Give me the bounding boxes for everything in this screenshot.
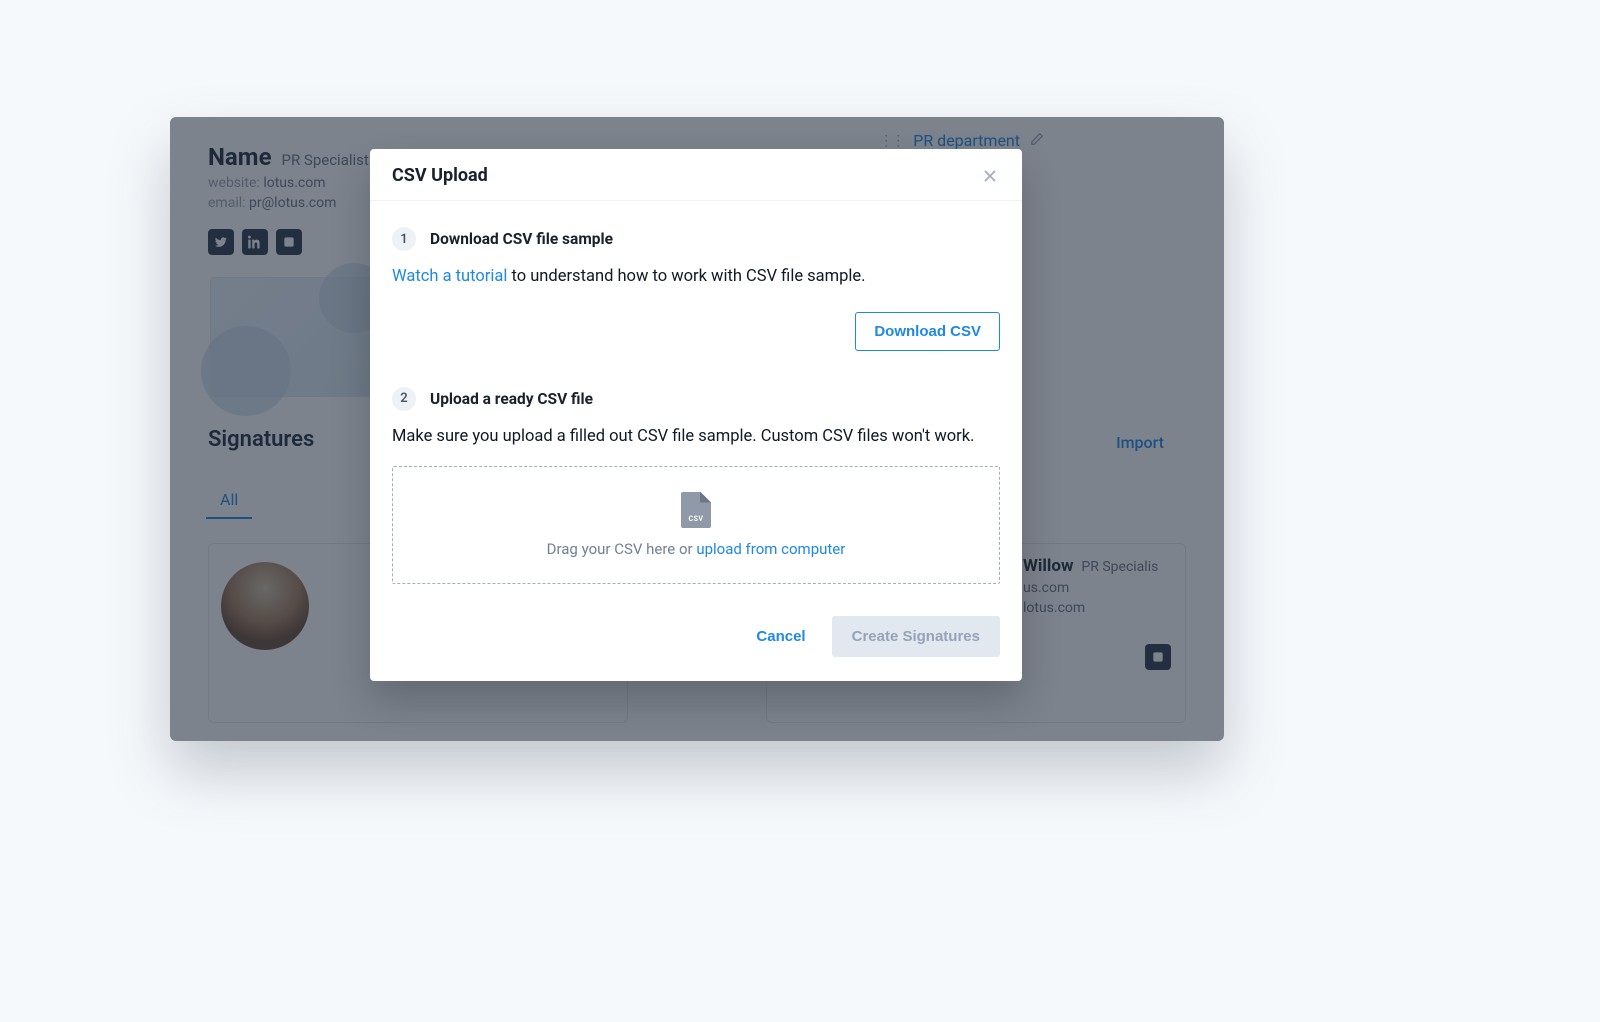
modal-header: CSV Upload — [370, 149, 1022, 201]
stage: Name PR Specialist at Lotus Ltd website:… — [0, 0, 1600, 1022]
step-1-badge: 1 — [392, 227, 416, 251]
cancel-button[interactable]: Cancel — [750, 618, 811, 655]
app-window: Name PR Specialist at Lotus Ltd website:… — [170, 117, 1224, 741]
step-2-header: 2 Upload a ready CSV file — [392, 387, 1000, 411]
create-signatures-button[interactable]: Create Signatures — [832, 616, 1000, 657]
step-1-description: Watch a tutorial to understand how to wo… — [392, 265, 1000, 290]
download-csv-button[interactable]: Download CSV — [855, 312, 1000, 351]
upload-from-computer-link[interactable]: upload from computer — [696, 540, 845, 558]
step-2-description: Make sure you upload a filled out CSV fi… — [392, 425, 1000, 450]
dropzone-text-static: Drag your CSV here or — [547, 540, 697, 558]
dropzone-text: Drag your CSV here or upload from comput… — [547, 540, 846, 558]
step-1-desc-rest: to understand how to work with CSV file … — [507, 267, 865, 286]
csv-file-icon: CSV — [681, 492, 711, 528]
step-2-badge: 2 — [392, 387, 416, 411]
watch-tutorial-link[interactable]: Watch a tutorial — [392, 267, 507, 286]
step-1-header: 1 Download CSV file sample — [392, 227, 1000, 251]
step-1-title: Download CSV file sample — [430, 230, 613, 248]
modal-body: 1 Download CSV file sample Watch a tutor… — [370, 201, 1022, 594]
csv-upload-modal: CSV Upload 1 Download CSV file sample Wa… — [370, 149, 1022, 681]
step-2-title: Upload a ready CSV file — [430, 390, 593, 408]
close-icon[interactable] — [980, 166, 1000, 186]
csv-file-icon-label: CSV — [681, 515, 711, 523]
modal-title: CSV Upload — [392, 165, 488, 186]
modal-footer: Cancel Create Signatures — [370, 594, 1022, 681]
csv-dropzone[interactable]: CSV Drag your CSV here or upload from co… — [392, 466, 1000, 584]
